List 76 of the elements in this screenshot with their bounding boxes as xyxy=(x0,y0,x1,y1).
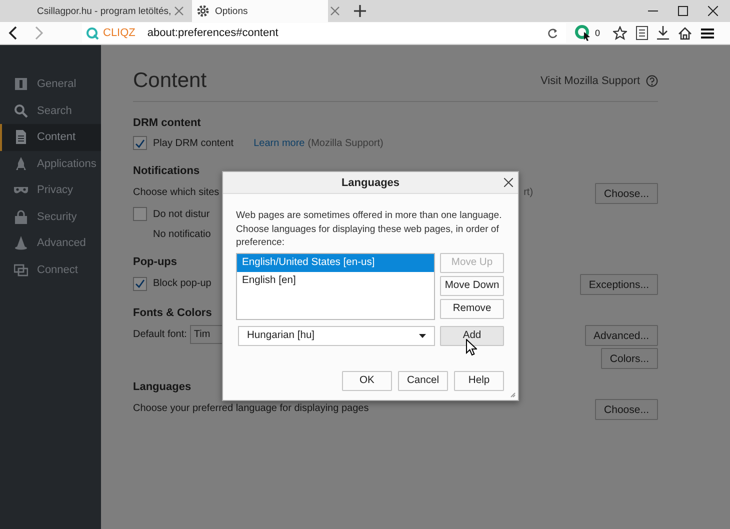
button[interactable]: OK xyxy=(342,370,392,390)
download-icon[interactable] xyxy=(657,26,670,40)
checkbox-label[interactable]: Play DRM content xyxy=(153,138,234,148)
button[interactable]: Colors... xyxy=(600,348,658,369)
checkbox[interactable] xyxy=(133,136,147,150)
button[interactable]: Move Down xyxy=(440,276,504,296)
checkbox-label[interactable]: Block pop-up xyxy=(153,278,212,289)
check-icon xyxy=(135,279,145,288)
close-icon[interactable] xyxy=(708,6,718,16)
sidebar-item[interactable]: Search xyxy=(0,98,101,124)
page-title: Content xyxy=(133,69,207,93)
cursor-icon xyxy=(466,339,477,356)
address-bar[interactable]: CLIQZ about:preferences#content xyxy=(82,23,566,43)
windows-icon xyxy=(14,262,28,277)
description-text: Choose your preferred language for displaying pages xyxy=(133,403,369,414)
search-icon xyxy=(14,104,28,118)
back-icon[interactable] xyxy=(8,26,18,40)
section-heading: Pop-ups xyxy=(133,256,177,270)
check-icon xyxy=(135,138,145,148)
sidebar-item[interactable]: Applications xyxy=(0,150,101,177)
section-heading: Languages xyxy=(133,381,192,395)
button[interactable]: Help xyxy=(454,370,504,390)
reader-icon[interactable] xyxy=(636,26,648,40)
document-icon xyxy=(14,130,28,144)
button[interactable]: Exceptions... xyxy=(580,274,658,295)
sidebar-item[interactable]: Advanced xyxy=(0,230,101,256)
browser-tab[interactable]: Csillagpor.hu - program letöltés, xyxy=(28,0,172,22)
sidebar-item[interactable]: Security xyxy=(0,204,101,230)
checkbox-label[interactable]: Do not distur xyxy=(153,208,210,220)
button[interactable]: Choose... xyxy=(595,183,658,204)
resize-grip-icon[interactable] xyxy=(510,392,516,398)
checkbox[interactable] xyxy=(133,207,147,221)
general-icon xyxy=(14,77,28,92)
sidebar-item[interactable]: Connect xyxy=(0,256,101,283)
language-item[interactable]: English [en] xyxy=(237,272,434,290)
home-icon[interactable] xyxy=(678,26,692,40)
sidebar-item[interactable]: Content xyxy=(0,124,101,150)
section-heading: Fonts & Colors xyxy=(133,307,212,321)
help-icon[interactable] xyxy=(646,75,658,87)
url-text: about:preferences#content xyxy=(147,27,278,39)
sidebar-item[interactable]: Privacy xyxy=(0,177,101,204)
browser-tab[interactable]: Options xyxy=(192,0,328,22)
brand-name: CLIQZ xyxy=(103,27,136,39)
reload-icon[interactable] xyxy=(547,28,558,38)
checkbox[interactable] xyxy=(133,276,147,290)
description-text: rt) xyxy=(524,187,534,198)
field-label: Default font: xyxy=(133,329,187,340)
menu-icon[interactable] xyxy=(701,28,714,38)
description-text: Web pages are sometimes offered in more than one language. Choose languages for displaying these web pages, in order of preference: xyxy=(236,209,503,250)
button[interactable]: Add xyxy=(440,326,504,346)
note-text: No notificatio xyxy=(153,228,211,240)
button[interactable]: Remove xyxy=(440,298,504,318)
q-logo-icon xyxy=(86,26,99,40)
button[interactable]: Choose... xyxy=(595,399,658,420)
dialog-title: Languages xyxy=(341,176,400,188)
gear-icon xyxy=(196,4,210,18)
close-icon[interactable] xyxy=(504,178,513,187)
description-text: Choose which sites xyxy=(133,187,220,198)
section-heading: DRM content xyxy=(133,117,201,131)
language-item[interactable]: English/United States [en-us] xyxy=(237,254,434,272)
button[interactable]: Cancel xyxy=(398,370,448,390)
counter-text: 0 xyxy=(595,28,600,38)
sidebar-item[interactable]: General xyxy=(0,71,101,98)
rocket-icon xyxy=(14,156,28,171)
button[interactable]: Advanced... xyxy=(584,325,658,346)
language-dropdown[interactable]: Hungarian [hu] xyxy=(238,326,435,346)
dropdown-icon xyxy=(419,334,426,338)
support-link[interactable]: Visit Mozilla Support xyxy=(540,75,640,87)
plus-icon[interactable] xyxy=(354,5,366,17)
star-icon[interactable] xyxy=(613,26,628,40)
wizard-hat-icon xyxy=(14,236,28,250)
note-text: (Mozilla Support) xyxy=(308,138,384,148)
maximize-icon[interactable] xyxy=(678,6,688,16)
lock-icon xyxy=(14,210,28,224)
section-heading: Notifications xyxy=(133,165,200,179)
learn-more-link[interactable]: Learn more xyxy=(254,138,305,148)
